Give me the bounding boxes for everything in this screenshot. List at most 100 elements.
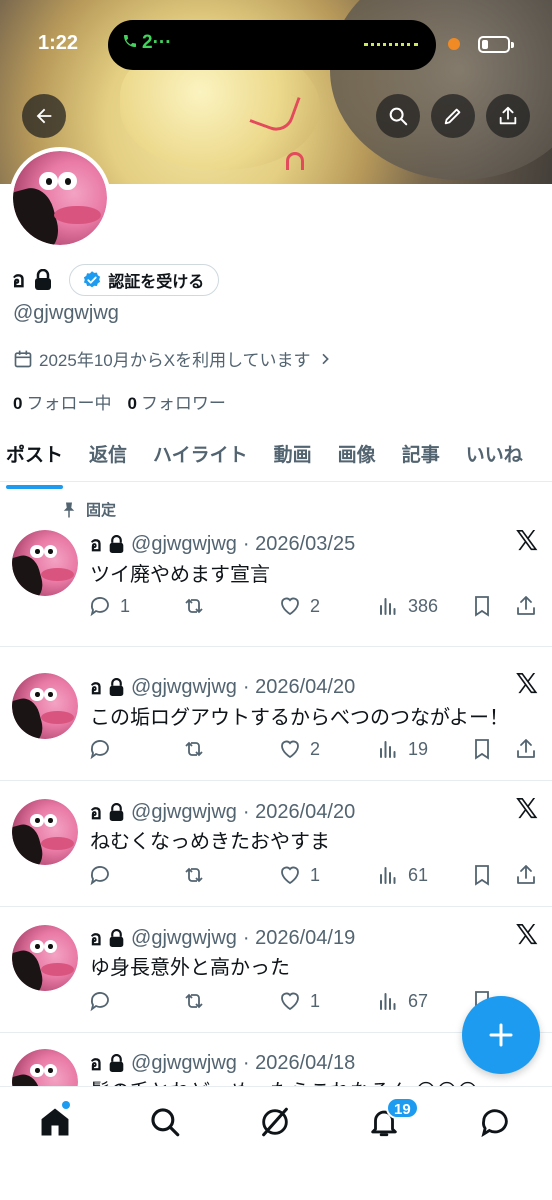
post-actions: 1 2 386 bbox=[88, 594, 540, 622]
joined-date[interactable]: 2025年10月からXを利用しています bbox=[13, 346, 333, 371]
like-button[interactable]: 1 bbox=[278, 989, 320, 1013]
views-button[interactable]: 61 bbox=[376, 863, 428, 887]
call-label: 2··· bbox=[142, 32, 172, 53]
search-icon[interactable] bbox=[148, 1105, 182, 1139]
post-avatar[interactable] bbox=[12, 673, 78, 739]
like-button[interactable]: 2 bbox=[278, 594, 320, 618]
followers-count: 0 bbox=[127, 394, 137, 413]
profile-avatar[interactable] bbox=[9, 147, 111, 249]
post-avatar[interactable] bbox=[12, 799, 78, 865]
repost-icon bbox=[185, 993, 203, 1009]
post-handle: @gjwgwjwg bbox=[131, 800, 237, 823]
chevron-right-icon bbox=[321, 353, 329, 364]
share-post-button[interactable] bbox=[514, 594, 538, 618]
avatar-image bbox=[12, 925, 78, 991]
reply-button[interactable]: 1 bbox=[88, 594, 130, 618]
tab-replies[interactable]: 返信 bbox=[89, 432, 127, 481]
views-button[interactable]: 19 bbox=[376, 737, 428, 761]
view-count: 61 bbox=[408, 864, 429, 885]
following-link[interactable]: 0 フォロー中 bbox=[13, 389, 111, 414]
reply-button[interactable] bbox=[88, 737, 120, 761]
tab-likes[interactable]: いいね bbox=[466, 432, 523, 481]
share-post-button[interactable] bbox=[514, 863, 538, 887]
reply-button[interactable] bbox=[88, 863, 120, 887]
plus-icon bbox=[489, 1023, 513, 1047]
repost-button[interactable] bbox=[182, 863, 214, 887]
repost-button[interactable] bbox=[182, 594, 214, 618]
dynamic-island[interactable]: 2··· bbox=[108, 20, 436, 70]
bookmark-button[interactable] bbox=[470, 737, 494, 761]
grok-icon[interactable] bbox=[258, 1105, 292, 1139]
reply-count: 1 bbox=[120, 595, 131, 616]
audio-wave bbox=[364, 43, 418, 46]
post-handle: @gjwgwjwg bbox=[131, 1051, 237, 1074]
repost-icon bbox=[185, 867, 203, 883]
view-count: 19 bbox=[408, 738, 429, 759]
share-post-button[interactable] bbox=[514, 737, 538, 761]
tab-articles[interactable]: 記事 bbox=[402, 432, 440, 481]
post[interactable]: อ @gjwgwjwg · 2026/04/20 𝕏 ねむくなっめきたおやすま … bbox=[0, 781, 552, 907]
like-button[interactable]: 1 bbox=[278, 863, 320, 887]
post-avatar[interactable] bbox=[12, 530, 78, 596]
tab-highlights[interactable]: ハイライト bbox=[153, 432, 248, 481]
post-text: この垢ログアウトするからべつのつながよー！ bbox=[90, 707, 509, 729]
post-avatar[interactable] bbox=[12, 925, 78, 991]
lock-icon bbox=[109, 534, 124, 553]
post[interactable]: อ @gjwgwjwg · 2026/04/20 𝕏 この垢ログアウトするからべ… bbox=[0, 647, 552, 781]
tab-posts[interactable]: ポスト bbox=[6, 432, 64, 489]
tab-videos[interactable]: 動画 bbox=[274, 432, 312, 481]
like-icon bbox=[281, 740, 299, 759]
bookmark-icon bbox=[475, 739, 489, 760]
edit-button[interactable] bbox=[431, 94, 475, 138]
search-icon bbox=[389, 107, 408, 126]
messages-icon[interactable] bbox=[478, 1105, 512, 1139]
profile-handle: @gjwgwjwg bbox=[13, 302, 119, 324]
post-author-name: อ bbox=[90, 802, 103, 824]
reply-icon bbox=[90, 866, 109, 886]
get-verified-button[interactable]: 認証を受ける bbox=[69, 263, 220, 296]
following-label: フォロー中 bbox=[26, 394, 112, 413]
repost-icon bbox=[185, 741, 203, 757]
search-button[interactable] bbox=[376, 94, 420, 138]
post-handle: @gjwgwjwg bbox=[131, 532, 237, 555]
share-button[interactable] bbox=[486, 94, 530, 138]
post-date: · 2026/03/25 bbox=[242, 532, 356, 555]
status-time: 1:22 bbox=[38, 32, 79, 54]
post-handle: @gjwgwjwg bbox=[131, 675, 237, 698]
repost-button[interactable] bbox=[182, 737, 214, 761]
get-verified-label: 認証を受ける bbox=[108, 273, 205, 291]
share-icon bbox=[517, 596, 535, 615]
post-actions: 2 19 bbox=[88, 737, 540, 765]
back-button[interactable] bbox=[22, 94, 66, 138]
bottom-nav: 19 bbox=[0, 1086, 552, 1200]
post-author-name: อ bbox=[90, 534, 103, 556]
post-handle: @gjwgwjwg bbox=[131, 926, 237, 949]
home-unread-dot bbox=[62, 1101, 70, 1109]
lock-icon bbox=[35, 268, 52, 290]
bookmark-button[interactable] bbox=[470, 863, 494, 887]
edit-icon bbox=[444, 108, 461, 125]
compose-button[interactable] bbox=[462, 996, 540, 1074]
views-icon bbox=[380, 598, 396, 615]
bookmark-button[interactable] bbox=[470, 594, 494, 618]
like-button[interactable]: 2 bbox=[278, 737, 320, 761]
back-arrow-icon bbox=[36, 108, 52, 124]
views-button[interactable]: 67 bbox=[376, 989, 428, 1013]
views-button[interactable]: 386 bbox=[376, 594, 438, 618]
share-icon bbox=[517, 865, 535, 884]
avatar-image bbox=[12, 799, 78, 865]
calendar-icon bbox=[14, 350, 32, 367]
banner-scribble bbox=[286, 152, 304, 170]
tab-media[interactable]: 画像 bbox=[338, 432, 376, 481]
repost-button[interactable] bbox=[182, 989, 214, 1013]
post-date: · 2026/04/20 bbox=[242, 800, 356, 823]
x-logo-icon: 𝕏 bbox=[515, 793, 538, 824]
views-icon bbox=[380, 741, 396, 758]
followers-link[interactable]: 0 フォロワー bbox=[127, 389, 225, 414]
repost-icon bbox=[185, 598, 203, 614]
like-icon bbox=[281, 866, 299, 885]
post[interactable]: อ @gjwgwjwg · 2026/03/25 𝕏 ツイ廃やめます宣言 1 2… bbox=[0, 482, 552, 647]
reply-button[interactable] bbox=[88, 989, 120, 1013]
post-text: ねむくなっめきたおやすま bbox=[90, 831, 330, 853]
home-icon[interactable] bbox=[38, 1105, 72, 1139]
